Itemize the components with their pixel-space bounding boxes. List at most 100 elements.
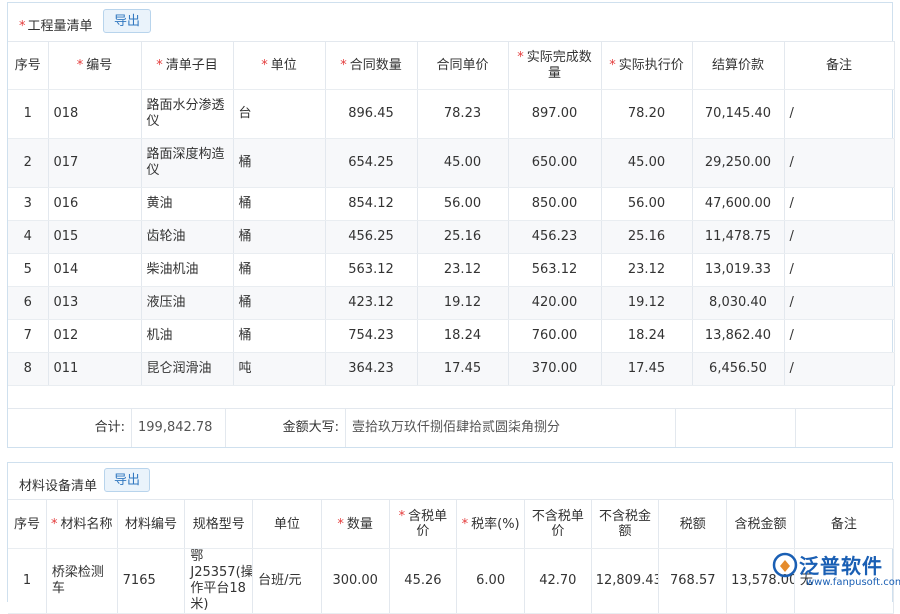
cell-contract-qty: 854.12 (325, 188, 417, 221)
table-row[interactable]: 3016黄油桶854.1256.00850.0056.0047,600.00/ (8, 188, 894, 221)
cell-contract-qty: 896.45 (325, 90, 417, 139)
required-star: * (609, 58, 616, 73)
column-header-label: 合同单价 (436, 58, 488, 73)
required-star: * (517, 50, 524, 65)
export-button[interactable]: 导出 (104, 468, 150, 492)
cell-code: 016 (48, 188, 141, 221)
table-row[interactable]: 7012机油桶754.2318.24760.0018.2413,862.40/ (8, 320, 894, 353)
required-star: * (399, 509, 406, 524)
column-header-label: 实际执行价 (619, 58, 684, 73)
cell-seq: 5 (8, 254, 48, 287)
cell-actual-qty: 760.00 (508, 320, 601, 353)
cell-seq: 7 (8, 320, 48, 353)
cell-price-notax: 42.70 (524, 549, 591, 614)
cell-code: 015 (48, 221, 141, 254)
column-header-label: 含税金额 (734, 517, 786, 532)
panel-title: *工程量清单 (19, 15, 93, 34)
cell-actual-qty: 370.00 (508, 353, 601, 386)
panel-title: 材料设备清单 (19, 475, 97, 494)
cell-actual-qty: 563.12 (508, 254, 601, 287)
cell-qty: 300.00 (321, 549, 389, 614)
brand-logo-icon (772, 552, 798, 578)
empty-row-area (8, 385, 892, 409)
cell-actual-qty: 650.00 (508, 139, 601, 188)
cell-price-tax: 45.26 (389, 549, 457, 614)
cell-contract-qty: 456.25 (325, 221, 417, 254)
cell-seq: 3 (8, 188, 48, 221)
cell-item: 液压油 (141, 287, 233, 320)
cell-unit: 桶 (233, 254, 325, 287)
panel-header: 材料设备清单 导出 (8, 463, 892, 499)
cell-contract-price: 19.12 (417, 287, 508, 320)
cell-unit: 桶 (233, 320, 325, 353)
cell-code: 013 (48, 287, 141, 320)
column-header-label: 不含税金额 (599, 509, 651, 539)
cell-item: 昆仑润滑油 (141, 353, 233, 386)
cell-settlement: 6,456.50 (692, 353, 784, 386)
total-value: 199,842.78 (132, 409, 226, 447)
column-header: *含税单价 (389, 500, 457, 549)
table-header-row: 序号*编号*清单子目*单位*合同数量合同单价*实际完成数量*实际执行价结算价款备… (8, 42, 894, 90)
column-header: *实际执行价 (601, 42, 692, 90)
cell-actual-price: 25.16 (601, 221, 692, 254)
cell-contract-qty: 654.25 (325, 139, 417, 188)
cell-tax-rate: 6.00 (457, 549, 525, 614)
cell-contract-price: 18.24 (417, 320, 508, 353)
column-header: 序号 (8, 42, 48, 90)
table-row[interactable]: 6013液压油桶423.1219.12420.0019.128,030.40/ (8, 287, 894, 320)
cell-seq: 8 (8, 353, 48, 386)
cell-seq: 6 (8, 287, 48, 320)
cell-seq: 2 (8, 139, 48, 188)
cell-unit: 台 (233, 90, 325, 139)
cell-item: 齿轮油 (141, 221, 233, 254)
column-header-label: 备注 (826, 58, 852, 73)
table-row[interactable]: 8011昆仑润滑油吨364.2317.45370.0017.456,456.50… (8, 353, 894, 386)
cell-remark: / (784, 287, 894, 320)
column-header-label: 备注 (831, 517, 857, 532)
cell-item: 柴油机油 (141, 254, 233, 287)
cell-unit: 桶 (233, 287, 325, 320)
total-blank-cell (676, 409, 796, 447)
bill-of-quantities-panel: *工程量清单 导出 序号*编号*清单子目*单位*合同数量合同单价*实际完成数量*… (7, 2, 893, 448)
table-row[interactable]: 4015齿轮油桶456.2525.16456.2325.1611,478.75/ (8, 221, 894, 254)
cell-actual-qty: 420.00 (508, 287, 601, 320)
required-star: * (77, 58, 84, 73)
cell-unit: 桶 (233, 221, 325, 254)
column-header: 备注 (794, 500, 893, 549)
column-header: 规格型号 (185, 500, 253, 549)
column-header: *税率(%) (457, 500, 525, 549)
cell-unit: 桶 (233, 188, 325, 221)
cell-code: 014 (48, 254, 141, 287)
cell-actual-price: 17.45 (601, 353, 692, 386)
table-row[interactable]: 1桥梁检测车7165鄂J25357(操作平台18米)台班/元300.0045.2… (8, 549, 894, 614)
table-row[interactable]: 5014柴油机油桶563.1223.12563.1223.1213,019.33… (8, 254, 894, 287)
column-header-label: 不含税单价 (532, 509, 584, 539)
cell-item: 机油 (141, 320, 233, 353)
column-header-label: 税率(%) (471, 517, 520, 532)
column-header: 序号 (8, 500, 46, 549)
cell-spec: 鄂J25357(操作平台18米) (185, 549, 253, 614)
cell-actual-price: 18.24 (601, 320, 692, 353)
cell-item: 路面水分渗透仪 (141, 90, 233, 139)
cell-code: 7165 (117, 549, 185, 614)
column-header: *清单子目 (141, 42, 233, 90)
column-header-label: 税额 (680, 517, 706, 532)
cell-code: 017 (48, 139, 141, 188)
cell-code: 012 (48, 320, 141, 353)
cell-contract-qty: 364.23 (325, 353, 417, 386)
cell-contract-price: 17.45 (417, 353, 508, 386)
amount-in-words-label: 金额大写: (226, 409, 346, 447)
cell-contract-price: 25.16 (417, 221, 508, 254)
cell-contract-price: 23.12 (417, 254, 508, 287)
cell-remark: / (784, 353, 894, 386)
table-row[interactable]: 2017路面深度构造仪桶654.2545.00650.0045.0029,250… (8, 139, 894, 188)
required-star: * (261, 58, 268, 73)
cell-seq: 4 (8, 221, 48, 254)
column-header-label: 编号 (86, 58, 112, 73)
cell-item: 路面深度构造仪 (141, 139, 233, 188)
export-button[interactable]: 导出 (103, 9, 151, 33)
table-row[interactable]: 1018路面水分渗透仪台896.4578.23897.0078.2070,145… (8, 90, 894, 139)
cell-unit: 桶 (233, 139, 325, 188)
materials-equipment-panel: 材料设备清单 导出 序号*材料名称材料编号规格型号单位*数量*含税单价*税率(%… (7, 462, 893, 602)
brand-watermark: 泛普软件 www.fanpusoft.com (772, 550, 892, 596)
